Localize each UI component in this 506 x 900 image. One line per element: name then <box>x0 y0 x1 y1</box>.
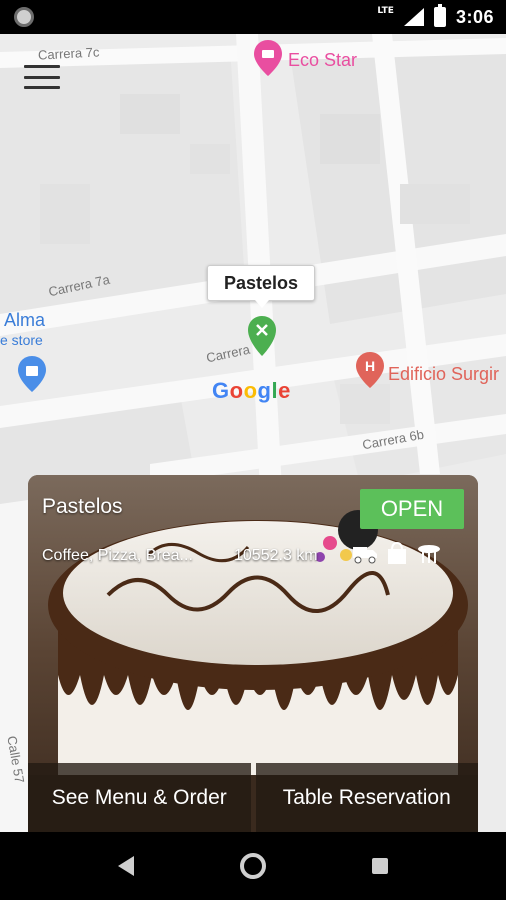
restaurant-card[interactable]: Pastelos OPEN Coffee, Pizza, Brea... 105… <box>28 475 478 832</box>
see-menu-order-button[interactable]: See Menu & Order <box>28 763 251 832</box>
clock: 3:06 <box>455 6 494 27</box>
google-attribution: Google <box>212 378 291 403</box>
eco-star-pin-icon[interactable] <box>254 40 282 76</box>
hamburger-icon-bar <box>24 65 60 68</box>
table-reservation-button[interactable]: Table Reservation <box>255 763 478 832</box>
status-indicators: LTE 3:06 <box>377 0 494 34</box>
restaurant-categories: Coffee, Pizza, Brea... <box>42 547 193 564</box>
restaurant-marker-icon[interactable] <box>248 316 276 356</box>
notification-icon <box>14 7 34 27</box>
dine-in-table-icon <box>418 545 440 563</box>
network-type: LTE <box>377 6 394 16</box>
restaurant-distance: 10552.3 km <box>234 547 318 564</box>
system-nav-bar <box>0 832 506 900</box>
home-icon[interactable] <box>240 853 266 879</box>
poi-label-alma-store[interactable]: e store <box>0 332 43 348</box>
menu-button[interactable] <box>24 62 60 92</box>
delivery-truck-icon <box>353 547 377 564</box>
signal-icon <box>403 8 424 26</box>
shopping-bag-icon <box>388 541 406 564</box>
status-bar: LTE 3:06 <box>0 0 506 34</box>
marker-callout[interactable]: Pastelos <box>207 265 315 308</box>
service-icons <box>352 541 442 565</box>
recent-apps-icon[interactable] <box>372 858 388 874</box>
poi-label-edificio[interactable]: Edificio Surgir <box>388 364 499 385</box>
svg-text:H: H <box>365 358 375 374</box>
street-label-carrera-7c: Carrera 7c <box>37 44 100 63</box>
hamburger-icon-bar <box>24 86 60 89</box>
hamburger-icon-bar <box>24 75 60 79</box>
restaurant-name: Pastelos <box>42 495 123 518</box>
back-icon[interactable] <box>118 856 136 876</box>
shopping-pin-icon[interactable] <box>18 356 46 392</box>
battery-icon <box>433 4 446 27</box>
building-pin-icon[interactable]: H <box>356 352 384 388</box>
card-actions: See Menu & Order Table Reservation <box>28 763 478 832</box>
poi-label-alma[interactable]: Alma <box>4 310 45 331</box>
open-status-badge: OPEN <box>360 489 464 529</box>
poi-label-eco-star[interactable]: Eco Star <box>288 50 357 71</box>
